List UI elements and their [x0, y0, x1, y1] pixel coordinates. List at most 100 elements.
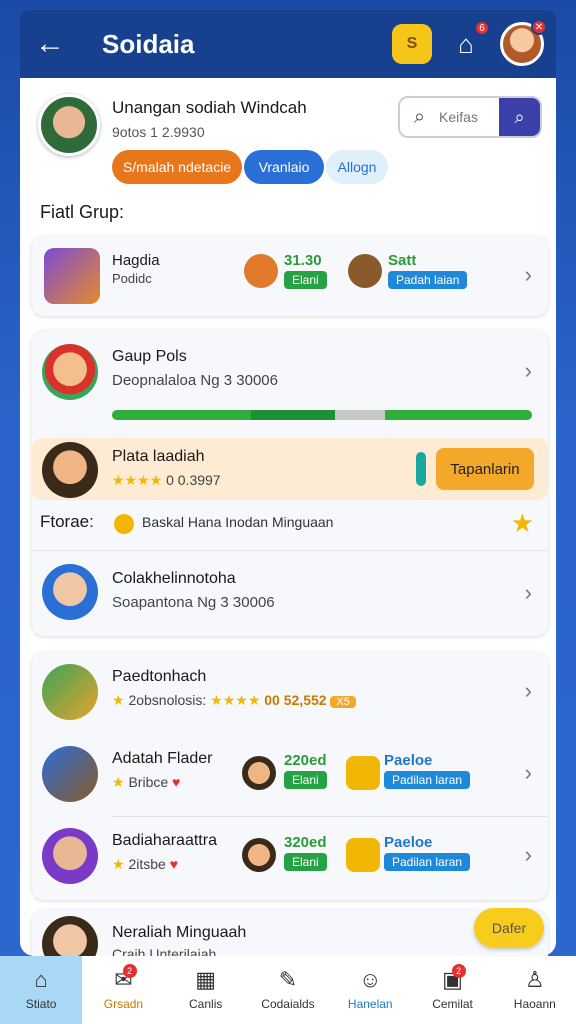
- divider: [112, 816, 548, 817]
- chip-filter-3[interactable]: Allogn: [326, 150, 388, 184]
- list-item-right-tag: Padilan laran: [384, 771, 471, 789]
- member-avatar: [42, 916, 98, 956]
- list-card-partial[interactable]: Neraliah Minguaah Craih Unterilaiah: [32, 910, 548, 956]
- card-right-title: Satt: [388, 252, 417, 269]
- member-title: Colakhelinnotoha: [112, 570, 236, 587]
- nav-label: Cemilat: [432, 997, 473, 1011]
- list-item[interactable]: Badiaharaattra ★ 2itsbe ♥ 320ed Elani Pa…: [32, 818, 548, 898]
- chip-filter-2[interactable]: Vranlaio: [244, 150, 324, 184]
- nav-item[interactable]: ⌂ Stiato: [0, 956, 83, 1024]
- list-item-value: 320ed: [284, 834, 327, 851]
- nav-badge: 2: [122, 964, 137, 978]
- nav-item[interactable]: ✉ Grsadn 2: [82, 956, 164, 1024]
- search-box[interactable]: ⌕ ⌕: [398, 96, 542, 138]
- action-button[interactable]: Tapanlarin: [436, 448, 534, 490]
- nav-item[interactable]: ☺ Hanelan: [329, 956, 411, 1024]
- search-button[interactable]: ⌕: [499, 98, 540, 136]
- chevron-right-icon[interactable]: ›: [525, 580, 532, 606]
- treasure-icon: [42, 746, 98, 802]
- stars-icon: ★★★★: [112, 472, 163, 488]
- back-arrow-icon[interactable]: ←: [20, 10, 80, 78]
- card-tag: Elani: [284, 271, 327, 289]
- nav-item[interactable]: ✎ Codaialds: [247, 956, 329, 1024]
- list-item-badge: X5: [330, 696, 356, 708]
- list-item-title: Adatah Flader: [112, 750, 213, 767]
- monkey-icon: [348, 254, 382, 288]
- list-item[interactable]: Paedtonhach ★ 2obsnolosis: ★★★★ 00 52,55…: [32, 652, 548, 732]
- list-item-tag: Elani: [284, 853, 327, 871]
- chevron-right-icon[interactable]: ›: [525, 760, 532, 786]
- progress-segment: [250, 410, 335, 420]
- chevron-right-icon[interactable]: ›: [525, 842, 532, 868]
- gift-icon: [42, 664, 98, 720]
- list-item-sub: 2itsbe: [128, 856, 166, 872]
- home-icon[interactable]: ⌂ 6: [446, 20, 490, 64]
- group-avatar: [42, 344, 98, 400]
- search-icon: ⌕: [413, 105, 426, 128]
- list-item-title: Neraliah Minguaah: [112, 924, 247, 941]
- group-card[interactable]: Hagdia Podidc 31.30 Elani Satt Padah lai…: [32, 236, 548, 316]
- progress-segment: [112, 410, 251, 420]
- profile-avatar[interactable]: [38, 94, 100, 156]
- card-value: 31.30: [284, 252, 322, 269]
- list-item-value: 00 52,552: [264, 692, 327, 708]
- list-item-title: Paedtonhach: [112, 668, 207, 685]
- list-item-sub: 2obsnolosis:: [128, 692, 207, 708]
- card-title: Hagdia: [112, 252, 160, 269]
- chevron-right-icon[interactable]: ›: [525, 678, 532, 704]
- star-icon: ★: [112, 774, 125, 790]
- top-app-bar: ← Soidaia S ⌂ 6 ✕: [20, 10, 556, 78]
- list-item-value: 220ed: [284, 752, 327, 769]
- avatar-badge-icon: ✕: [531, 19, 547, 35]
- player-avatar: [42, 442, 98, 498]
- nav-item[interactable]: ▣ Cemilat 2: [411, 956, 493, 1024]
- nav-item[interactable]: ▦ Canlis: [165, 956, 247, 1024]
- search-input[interactable]: [439, 109, 500, 125]
- profile-icon: ♙: [524, 967, 545, 992]
- member-sub: Soapantona Ng 3 30006: [112, 594, 275, 611]
- chest-icon: [44, 248, 100, 304]
- highlight-title: Plata laadiah: [112, 448, 205, 465]
- nav-item[interactable]: ♙ Haoann: [494, 956, 576, 1024]
- list-item-right-title: Paeloe: [384, 834, 433, 851]
- chest-icon: [346, 756, 380, 790]
- list-item-title: Badiaharaattra: [112, 832, 217, 849]
- calendar-icon: ▦: [195, 967, 217, 992]
- f-text: Baskal Hana Inodan Minguaan: [142, 514, 334, 530]
- notification-badge: 6: [474, 20, 490, 36]
- profile-name: Unangan sodiah Windcah: [112, 98, 307, 117]
- nav-label: Stiato: [25, 997, 57, 1011]
- highlight-sub: 0 0.3997: [166, 472, 221, 488]
- list-item-sub: Craih Unterilaiah: [112, 946, 217, 956]
- f-label: Ftorae:: [40, 512, 94, 531]
- highlight-row[interactable]: Plata laadiah ★★★★ 0 0.3997 Tapanlarin: [32, 438, 548, 500]
- group-title: Gaup Pols: [112, 348, 187, 365]
- list-item-sub: Bribce: [128, 774, 169, 790]
- home-icon: ⌂: [34, 967, 48, 992]
- member-avatar: [42, 828, 98, 884]
- heart-icon: ♥: [169, 856, 179, 872]
- divider: [32, 550, 548, 551]
- list-item[interactable]: Adatah Flader ★ Bribce ♥ 220ed Elani Pae…: [32, 736, 548, 816]
- member-avatar: [42, 564, 98, 620]
- shield-icon[interactable]: S: [392, 24, 432, 64]
- chevron-right-icon[interactable]: ›: [525, 358, 532, 384]
- bottom-navigation: ⌂ Stiato ✉ Grsadn 2 ▦ Canlis ✎ Codaialds ☺ Hanelan…: [0, 956, 576, 1024]
- group-detail-card: Gaup Pols Deopnalaloa Ng 3 30006 › Plata…: [32, 330, 548, 636]
- nav-label: Hanelan: [347, 997, 393, 1011]
- nav-label: Canlis: [189, 997, 223, 1011]
- nav-label: Haoann: [513, 997, 556, 1011]
- floating-action-button[interactable]: Dafer: [474, 908, 544, 948]
- nav-label: Codaialds: [261, 997, 315, 1011]
- nav-label: Grsadn: [103, 997, 144, 1011]
- group-sub: Deopnalaloa Ng 3 30006: [112, 372, 278, 389]
- profile-subtitle: 9otos 1 2.9930: [112, 124, 205, 140]
- chip-filter-1[interactable]: S/malah ndetacie: [112, 150, 242, 184]
- nav-badge: 2: [451, 964, 466, 978]
- player-icon: [242, 756, 276, 790]
- user-avatar[interactable]: ✕: [500, 19, 547, 66]
- chevron-right-icon[interactable]: ›: [525, 262, 532, 288]
- edit-icon: ✎: [278, 967, 298, 992]
- star-icon[interactable]: ★: [511, 508, 534, 539]
- player-icon: [242, 838, 276, 872]
